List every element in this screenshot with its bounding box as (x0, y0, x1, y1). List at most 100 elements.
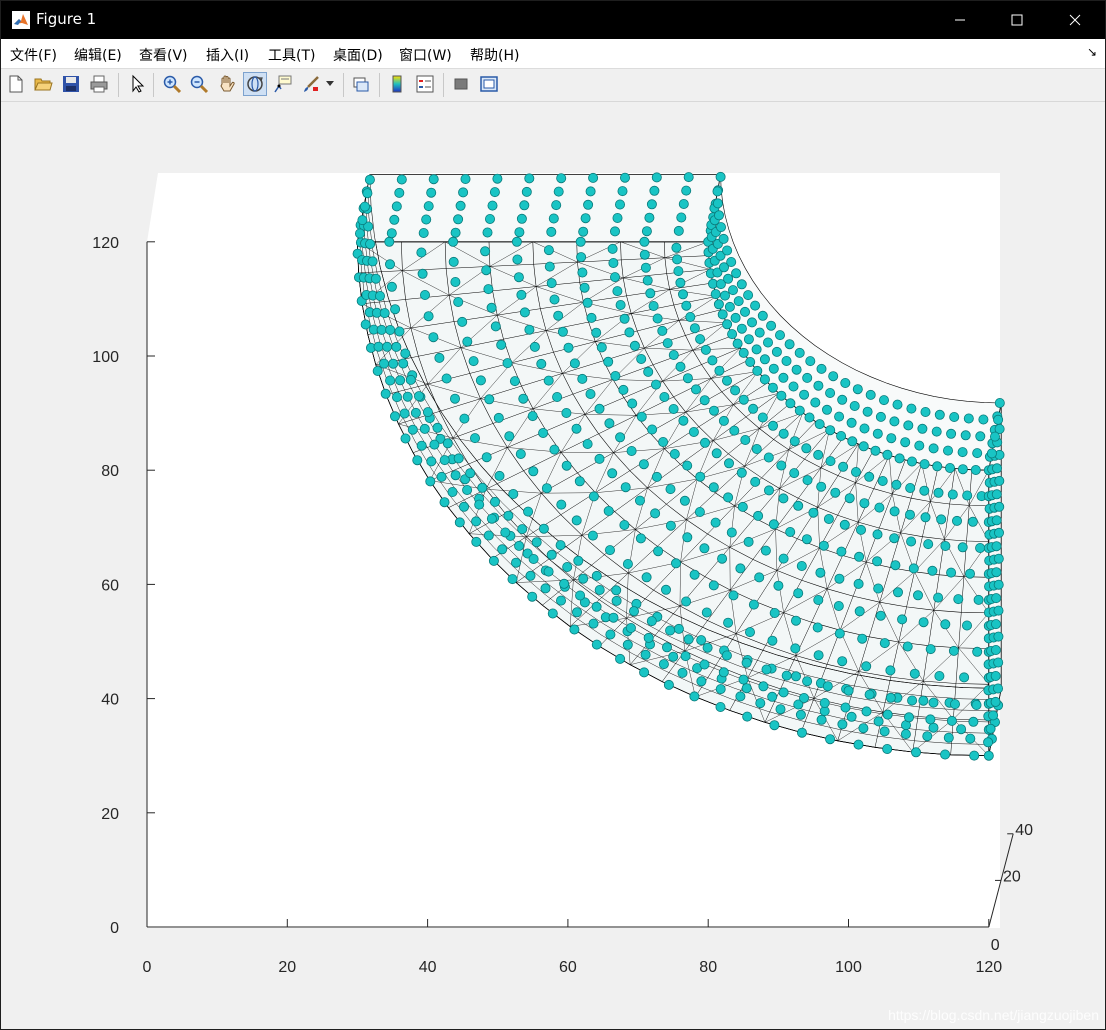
node-marker (594, 403, 605, 414)
close-button[interactable] (1052, 1, 1098, 39)
node-marker (909, 668, 920, 679)
menu-desktop[interactable]: 桌面(D) (333, 45, 383, 65)
new-figure-button[interactable] (4, 72, 28, 96)
node-marker (769, 607, 780, 618)
node-marker (813, 380, 824, 391)
node-marker (365, 238, 376, 249)
toolbar-separator (118, 73, 119, 97)
node-marker (510, 557, 521, 568)
menu-file[interactable]: 文件(F) (10, 45, 57, 65)
node-marker (962, 490, 973, 501)
node-marker (497, 544, 508, 555)
link-plot-button[interactable] (349, 72, 373, 96)
node-marker (865, 389, 876, 400)
hide-plot-tools-button[interactable] (449, 72, 473, 96)
maximize-button[interactable] (994, 1, 1040, 39)
node-marker (816, 481, 827, 492)
show-plot-tools-button[interactable] (477, 72, 501, 96)
insert-legend-button[interactable] (413, 72, 437, 96)
node-marker (619, 519, 630, 530)
node-marker (668, 349, 679, 360)
maximize-icon (1011, 14, 1023, 26)
node-marker (918, 617, 929, 628)
figure-canvas[interactable]: 0 20 40 60 80 100 120 0 20 40 60 80 100 120 0 20 40 http… (1, 102, 1105, 1029)
node-marker (588, 618, 599, 629)
node-marker (573, 555, 584, 566)
node-marker (945, 462, 956, 473)
x-tick-label: 80 (699, 959, 717, 976)
node-marker (846, 417, 857, 428)
node-marker (711, 448, 722, 459)
rotate-3d-button[interactable] (243, 72, 267, 96)
brush-dropdown-button[interactable] (323, 72, 337, 96)
menu-window[interactable]: 窗口(W) (399, 45, 452, 65)
node-marker (489, 187, 500, 198)
menu-view[interactable]: 查看(V) (139, 45, 188, 65)
node-marker (950, 699, 961, 710)
node-marker (928, 697, 939, 708)
node-marker (825, 734, 836, 745)
data-cursor-button[interactable] (271, 72, 295, 96)
edit-plot-button[interactable] (125, 72, 149, 96)
node-marker (965, 733, 976, 744)
node-marker (615, 199, 626, 210)
node-marker (527, 411, 538, 422)
node-marker (663, 679, 674, 690)
node-marker (556, 173, 567, 184)
node-marker (382, 341, 393, 352)
node-marker (390, 304, 401, 315)
node-marker (615, 653, 626, 664)
pan-button[interactable] (215, 72, 239, 96)
node-marker (543, 245, 554, 256)
insert-colorbar-button[interactable] (385, 72, 409, 96)
y-tick-label: 120 (92, 235, 119, 252)
node-marker (447, 486, 458, 497)
node-marker (455, 200, 466, 211)
node-marker (453, 214, 464, 225)
node-marker (740, 306, 751, 317)
node-marker (603, 505, 614, 516)
node-marker (908, 563, 919, 574)
zoom-in-button[interactable] (160, 72, 184, 96)
node-marker (508, 488, 519, 499)
menu-help[interactable]: 帮助(H) (470, 45, 519, 65)
open-file-button[interactable] (31, 72, 55, 96)
node-marker (825, 387, 836, 398)
menu-insert[interactable]: 插入(I) (206, 45, 249, 65)
node-marker (946, 715, 957, 726)
minimize-button[interactable] (937, 1, 983, 39)
node-marker (416, 247, 427, 258)
node-marker (647, 424, 658, 435)
node-marker (900, 729, 911, 740)
axes-3d[interactable]: 0 20 40 60 80 100 120 0 20 40 60 80 100 120 0 20 40 http… (1, 102, 1105, 1029)
menu-dock-arrow-icon[interactable]: ↘ (1087, 45, 1097, 59)
node-marker (721, 650, 732, 661)
node-marker (789, 436, 800, 447)
node-marker (665, 520, 676, 531)
node-marker (722, 319, 733, 330)
brush-button[interactable] (299, 72, 323, 96)
node-marker (723, 273, 734, 284)
node-marker (546, 278, 557, 289)
print-button[interactable] (87, 72, 111, 96)
node-marker (802, 676, 813, 687)
node-marker (662, 642, 673, 653)
node-marker (441, 373, 452, 384)
node-marker (486, 513, 497, 524)
node-marker (861, 661, 872, 672)
save-button[interactable] (59, 72, 83, 96)
node-marker (913, 590, 924, 601)
node-marker (585, 388, 596, 399)
node-marker (380, 388, 391, 399)
node-marker (905, 509, 916, 520)
menu-edit[interactable]: 编辑(E) (74, 45, 122, 65)
node-marker (695, 334, 706, 345)
node-marker (651, 172, 662, 183)
node-marker (776, 460, 787, 471)
node-marker (701, 607, 712, 618)
node-marker (837, 656, 848, 667)
menu-tools[interactable]: 工具(T) (268, 45, 315, 65)
zoom-out-button[interactable] (187, 72, 211, 96)
node-marker (448, 256, 459, 267)
node-marker (419, 289, 430, 300)
